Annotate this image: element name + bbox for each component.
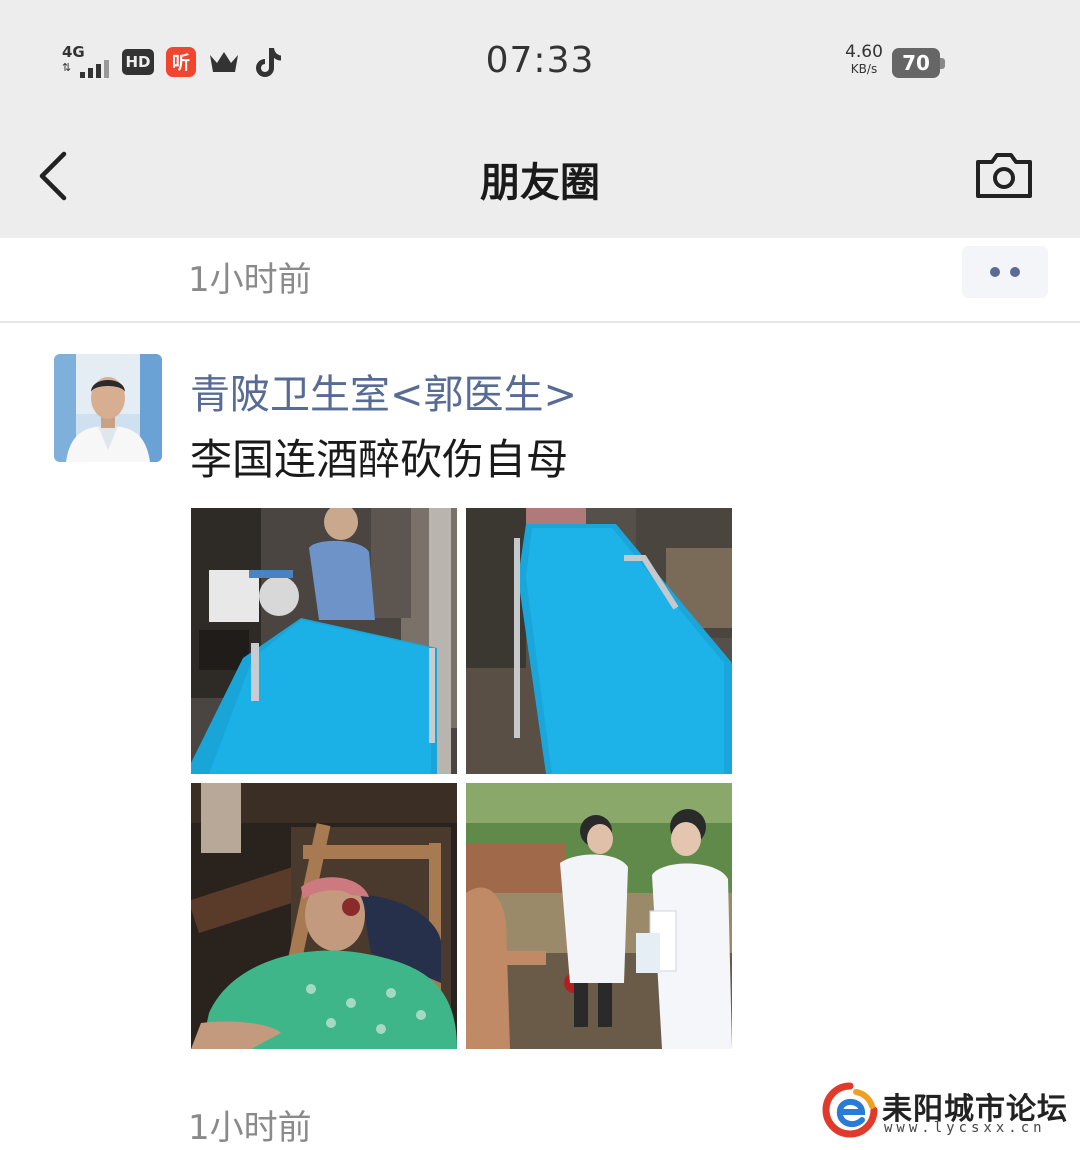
post-photo-2[interactable] xyxy=(466,508,732,774)
post-photo-1[interactable] xyxy=(191,508,457,774)
page-title: 朋友圈 xyxy=(480,160,600,206)
more-dots-icon xyxy=(1010,267,1020,277)
battery-level: 70 xyxy=(892,48,940,78)
forum-watermark: 耒阳城市论坛 www.lycsxx.cn xyxy=(820,1080,1070,1142)
speed-value: 4.60 xyxy=(845,42,883,62)
photo-stretcher-room xyxy=(191,508,457,774)
photo-stretcher-close xyxy=(466,508,732,774)
hd-badge: HD xyxy=(122,49,154,75)
speed-unit: KB/s xyxy=(850,62,878,76)
status-time: 07:33 xyxy=(485,40,595,81)
post-photo-4[interactable] xyxy=(466,783,732,1049)
doctor-avatar-image xyxy=(54,354,162,462)
post-time: 1小时前 xyxy=(188,1108,312,1148)
more-options-button[interactable] xyxy=(962,246,1048,298)
post-divider xyxy=(0,321,1080,323)
camera-button[interactable] xyxy=(972,150,1036,202)
crown-icon xyxy=(208,46,240,78)
signal-bars-icon xyxy=(80,58,109,78)
chevron-left-icon xyxy=(39,151,67,201)
camera-icon xyxy=(976,153,1032,198)
post-author-name[interactable]: 青陂卫生室<郭医生> xyxy=(190,362,577,420)
previous-post-time: 1小时前 xyxy=(188,260,312,300)
signal-icon: 4G ⇅ xyxy=(60,44,110,80)
back-button[interactable] xyxy=(30,146,80,206)
watermark-url: www.lycsxx.cn xyxy=(884,1120,1046,1136)
post-text: 李国连酒醉砍伤自母 xyxy=(190,435,569,484)
more-dots-icon xyxy=(990,267,1000,277)
data-arrows-icon: ⇅ xyxy=(62,61,72,74)
photo-injured-woman xyxy=(191,783,457,1049)
post-photo-3[interactable] xyxy=(191,783,457,1049)
network-speed: 4.60 KB/s xyxy=(836,44,892,78)
author-avatar[interactable] xyxy=(54,354,162,462)
status-icons-left: 4G ⇅ HD 听 xyxy=(60,42,284,82)
battery-tip xyxy=(940,58,945,69)
listen-app-icon: 听 xyxy=(166,47,196,77)
photo-doctors-treating xyxy=(466,783,732,1049)
forum-logo-icon xyxy=(822,1082,878,1138)
tiktok-icon xyxy=(252,46,284,78)
